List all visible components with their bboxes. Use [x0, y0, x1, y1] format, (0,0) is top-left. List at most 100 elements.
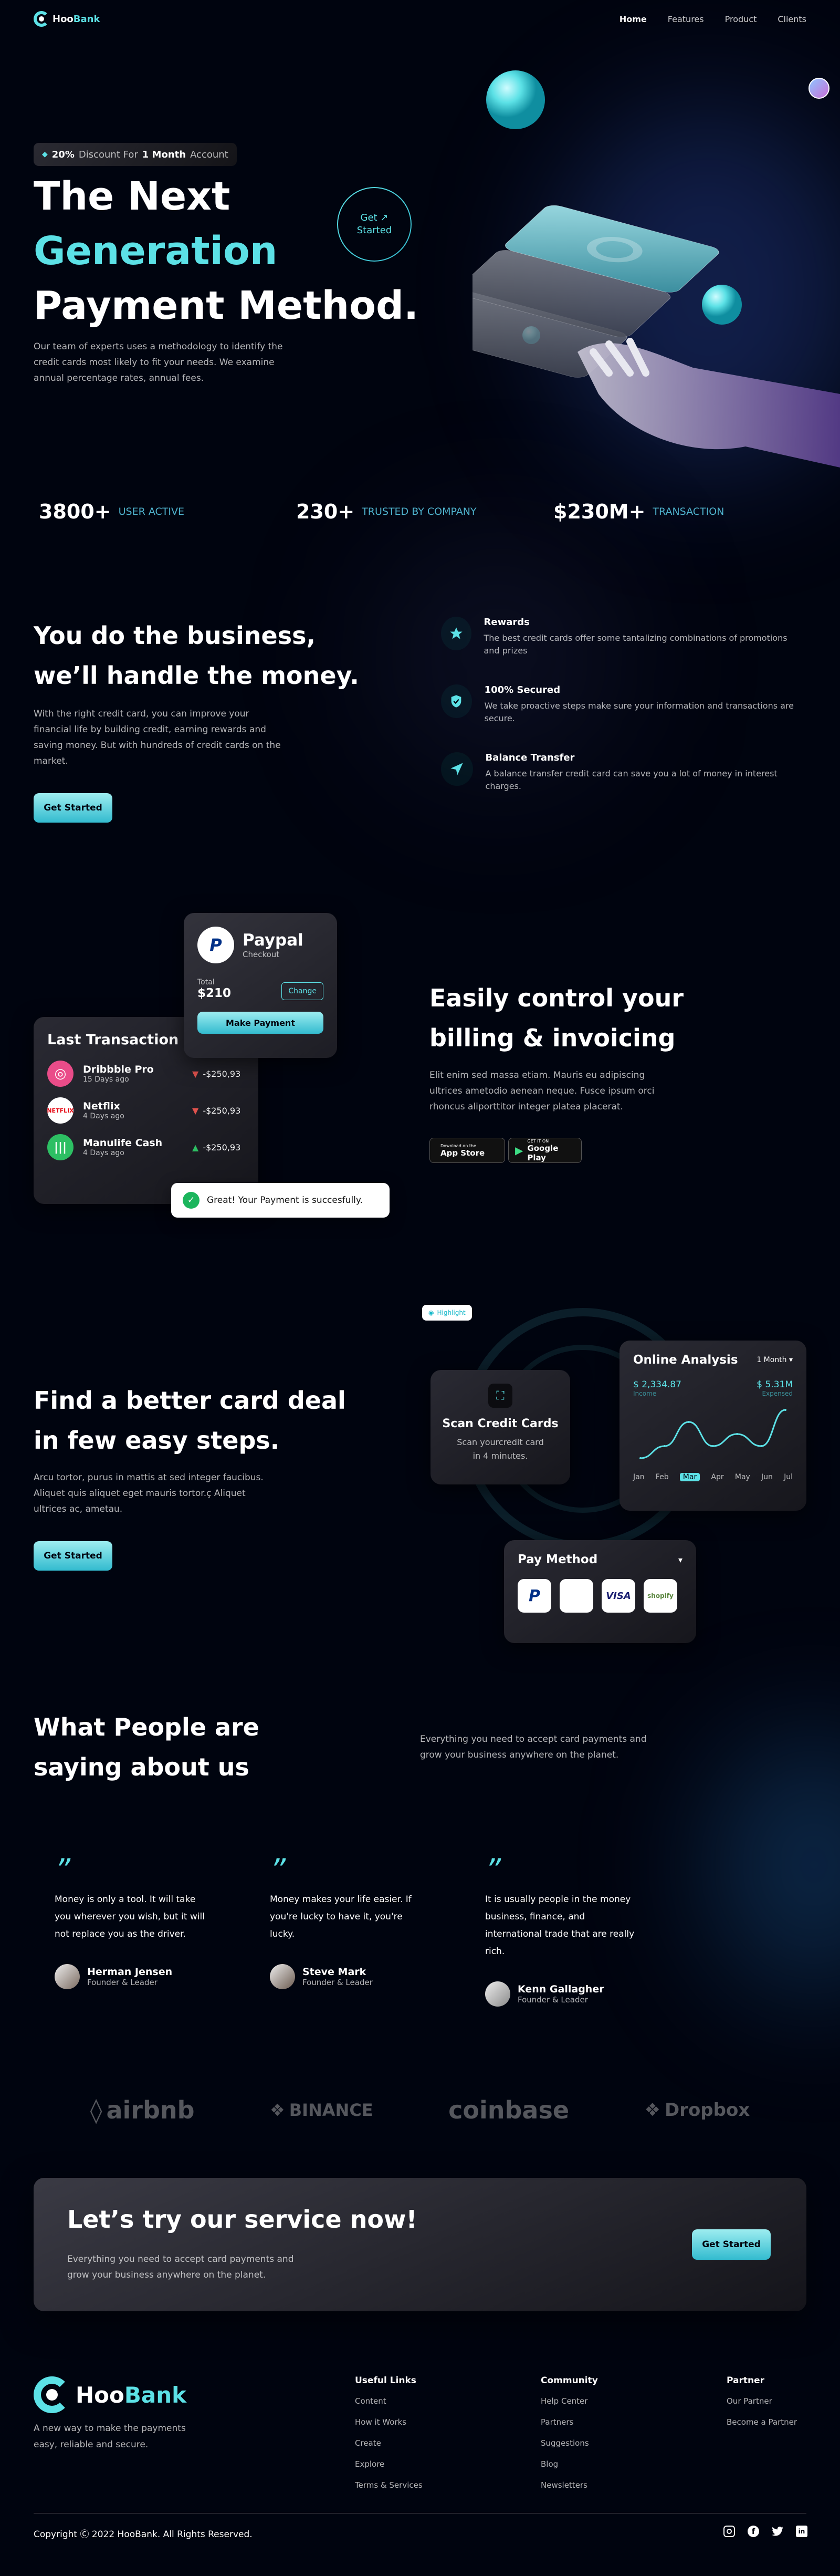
copyright: Copyright Ⓒ 2022 HooBank. All Rights Res… — [34, 2529, 253, 2540]
nav-features[interactable]: Features — [668, 14, 704, 24]
scan-icon: ⛶ — [488, 1384, 512, 1408]
airbnb-text: airbnb — [106, 2096, 195, 2124]
analysis-series-line — [640, 1409, 786, 1459]
footer-logo-text-bank: Bank — [124, 2382, 187, 2408]
business-title: You do the business, we’ll handle the mo… — [34, 616, 359, 695]
footer-link[interactable]: Partners — [541, 2417, 598, 2427]
month-label[interactable]: Jul — [784, 1473, 793, 1481]
footer-link[interactable]: How it Works — [355, 2417, 423, 2427]
nav-clients[interactable]: Clients — [778, 14, 806, 24]
netflix-icon: NETFLIX — [47, 1097, 74, 1124]
footer-link[interactable]: Become a Partner — [727, 2417, 797, 2427]
income-label: Income — [633, 1390, 657, 1397]
testimonial-card: ” It is usually people in the money busi… — [464, 1849, 679, 2017]
feature-desc: The best credit cards offer some tantali… — [484, 633, 788, 656]
shopify-icon[interactable]: shopify — [644, 1579, 677, 1613]
carddeal-title-line2: in few easy steps. — [34, 1426, 280, 1455]
testimonials-title: What People are saying about us — [34, 1707, 259, 1787]
testimonials-title-line2: saying about us — [34, 1753, 249, 1781]
navbar: HooBank Home Features Product Clients — [34, 9, 806, 28]
visa-icon[interactable]: VISA — [602, 1579, 635, 1613]
arrow-up-right-icon: ↗ — [380, 212, 388, 223]
twitter-icon[interactable] — [772, 2526, 783, 2537]
stat-item: 3800+ USER ACTIVE — [39, 500, 296, 523]
footer-link[interactable]: Our Partner — [727, 2396, 797, 2406]
business-get-started-button[interactable]: Get Started — [34, 793, 112, 823]
manulife-icon: ||| — [47, 1134, 74, 1160]
make-payment-button[interactable]: Make Payment — [197, 1012, 323, 1034]
testimonial-role: Founder & Leader — [518, 1995, 588, 2004]
month-label[interactable]: May — [735, 1473, 750, 1481]
social-icons: f in — [723, 2526, 807, 2537]
scan-credit-card-card[interactable]: ⛶ Scan Credit Cards Scan yourcredit card… — [430, 1370, 570, 1484]
feature-title: Balance Transfer — [485, 752, 575, 763]
transaction-row[interactable]: NETFLIX Netflix 4 Days ago ▼ -$250,93 — [47, 1097, 245, 1124]
transaction-name: Dribbble Pro — [83, 1064, 154, 1075]
testimonial-name: Herman Jensen — [87, 1966, 173, 1978]
scan-title: Scan Credit Cards — [442, 1417, 559, 1430]
month-label[interactable]: Jan — [633, 1473, 645, 1481]
nav-product[interactable]: Product — [725, 14, 757, 24]
testimonial-role: Founder & Leader — [302, 1978, 373, 1987]
testimonial-quote: Money makes your life easier. If you're … — [270, 1894, 412, 1939]
chevron-down-icon[interactable]: ▾ — [678, 1555, 682, 1565]
testimonial-quote: Money is only a tool. It will take you w… — [55, 1894, 205, 1939]
total-amount: $210 — [197, 986, 232, 1000]
footer-link[interactable]: Blog — [541, 2459, 598, 2469]
linkedin-icon[interactable]: in — [796, 2526, 807, 2537]
stat-value: 3800+ — [39, 500, 111, 523]
month-label[interactable]: Apr — [711, 1473, 723, 1481]
stat-label: TRUSTED BY COMPANY — [362, 506, 477, 517]
nav-home[interactable]: Home — [620, 14, 647, 24]
testimonial-quote: It is usually people in the money busine… — [485, 1894, 635, 1957]
transaction-row[interactable]: ◎ Dribbble Pro 15 Days ago ▼ -$250,93 — [47, 1061, 245, 1087]
cta-get-started-button[interactable]: Get Started — [692, 2229, 771, 2260]
google-play-button[interactable]: ▶ GET IT ON Google Play — [508, 1138, 582, 1163]
google-play-small: GET IT ON — [527, 1138, 549, 1144]
footer-logo[interactable]: HooBank — [34, 2376, 186, 2413]
instagram-icon[interactable] — [723, 2526, 735, 2537]
apple-pay-icon[interactable] — [560, 1579, 593, 1613]
analysis-point-feb — [664, 1445, 666, 1447]
scan-desc: Scan yourcredit card in 4 minutes. — [457, 1437, 544, 1461]
change-button[interactable]: Change — [281, 982, 323, 1000]
month-label[interactable]: Feb — [656, 1473, 669, 1481]
footer-col-title: Useful Links — [355, 2375, 416, 2386]
app-store-small: Download on the — [440, 1143, 476, 1148]
analysis-chart — [639, 1409, 786, 1459]
carddeal-get-started-button[interactable]: Get Started — [34, 1541, 112, 1571]
hero-cta-label2: Started — [356, 225, 392, 236]
testimonial-card: ” Money is only a tool. It will take you… — [34, 1849, 249, 2017]
stat-item: $230M+ TRANSACTION — [553, 500, 805, 523]
month-label[interactable]: Jun — [761, 1473, 773, 1481]
logo[interactable]: HooBank — [34, 11, 100, 27]
paypal-method-icon[interactable]: P — [518, 1579, 551, 1613]
footer-link[interactable]: Terms & Services — [355, 2480, 423, 2490]
footer-link[interactable]: Content — [355, 2396, 423, 2406]
footer-link[interactable]: Create — [355, 2438, 423, 2448]
footer-logo-text: Hoo — [76, 2382, 124, 2408]
analysis-point-jan — [639, 1457, 642, 1459]
hero-get-started[interactable]: Get ↗ Started — [337, 187, 412, 262]
footer-link[interactable]: Explore — [355, 2459, 423, 2469]
month-label[interactable]: Mar — [679, 1473, 700, 1481]
carddeal-title-line1: Find a better card deal — [34, 1386, 346, 1415]
arrow-down-icon: ▼ — [192, 1068, 199, 1079]
google-play-icon: ▶ — [515, 1144, 523, 1157]
footer-link[interactable]: Help Center — [541, 2396, 598, 2406]
avatar — [270, 1964, 295, 1989]
facebook-icon[interactable]: f — [748, 2526, 759, 2537]
stat-label: USER ACTIVE — [118, 506, 184, 517]
avatar — [485, 1981, 510, 2007]
transaction-time: 15 Days ago — [83, 1075, 129, 1084]
transaction-row[interactable]: ||| Manulife Cash 4 Days ago ▲ -$250,93 — [47, 1134, 245, 1160]
discount-text: Discount For — [78, 149, 138, 160]
footer-link[interactable]: Newsletters — [541, 2480, 598, 2490]
discount-badge: ◆ 20% Discount For 1 Month Account — [34, 143, 237, 166]
carddeal-description: Arcu tortor, purus in mattis at sed inte… — [34, 1472, 264, 1514]
footer-link[interactable]: Suggestions — [541, 2438, 598, 2448]
period-label: 1 Month — [757, 1356, 787, 1364]
app-store-button[interactable]: Download on the App Store — [429, 1138, 505, 1163]
feature-secured: 100% Secured We take proactive steps make… — [436, 681, 803, 728]
period-dropdown[interactable]: 1 Month ▾ — [757, 1356, 793, 1364]
